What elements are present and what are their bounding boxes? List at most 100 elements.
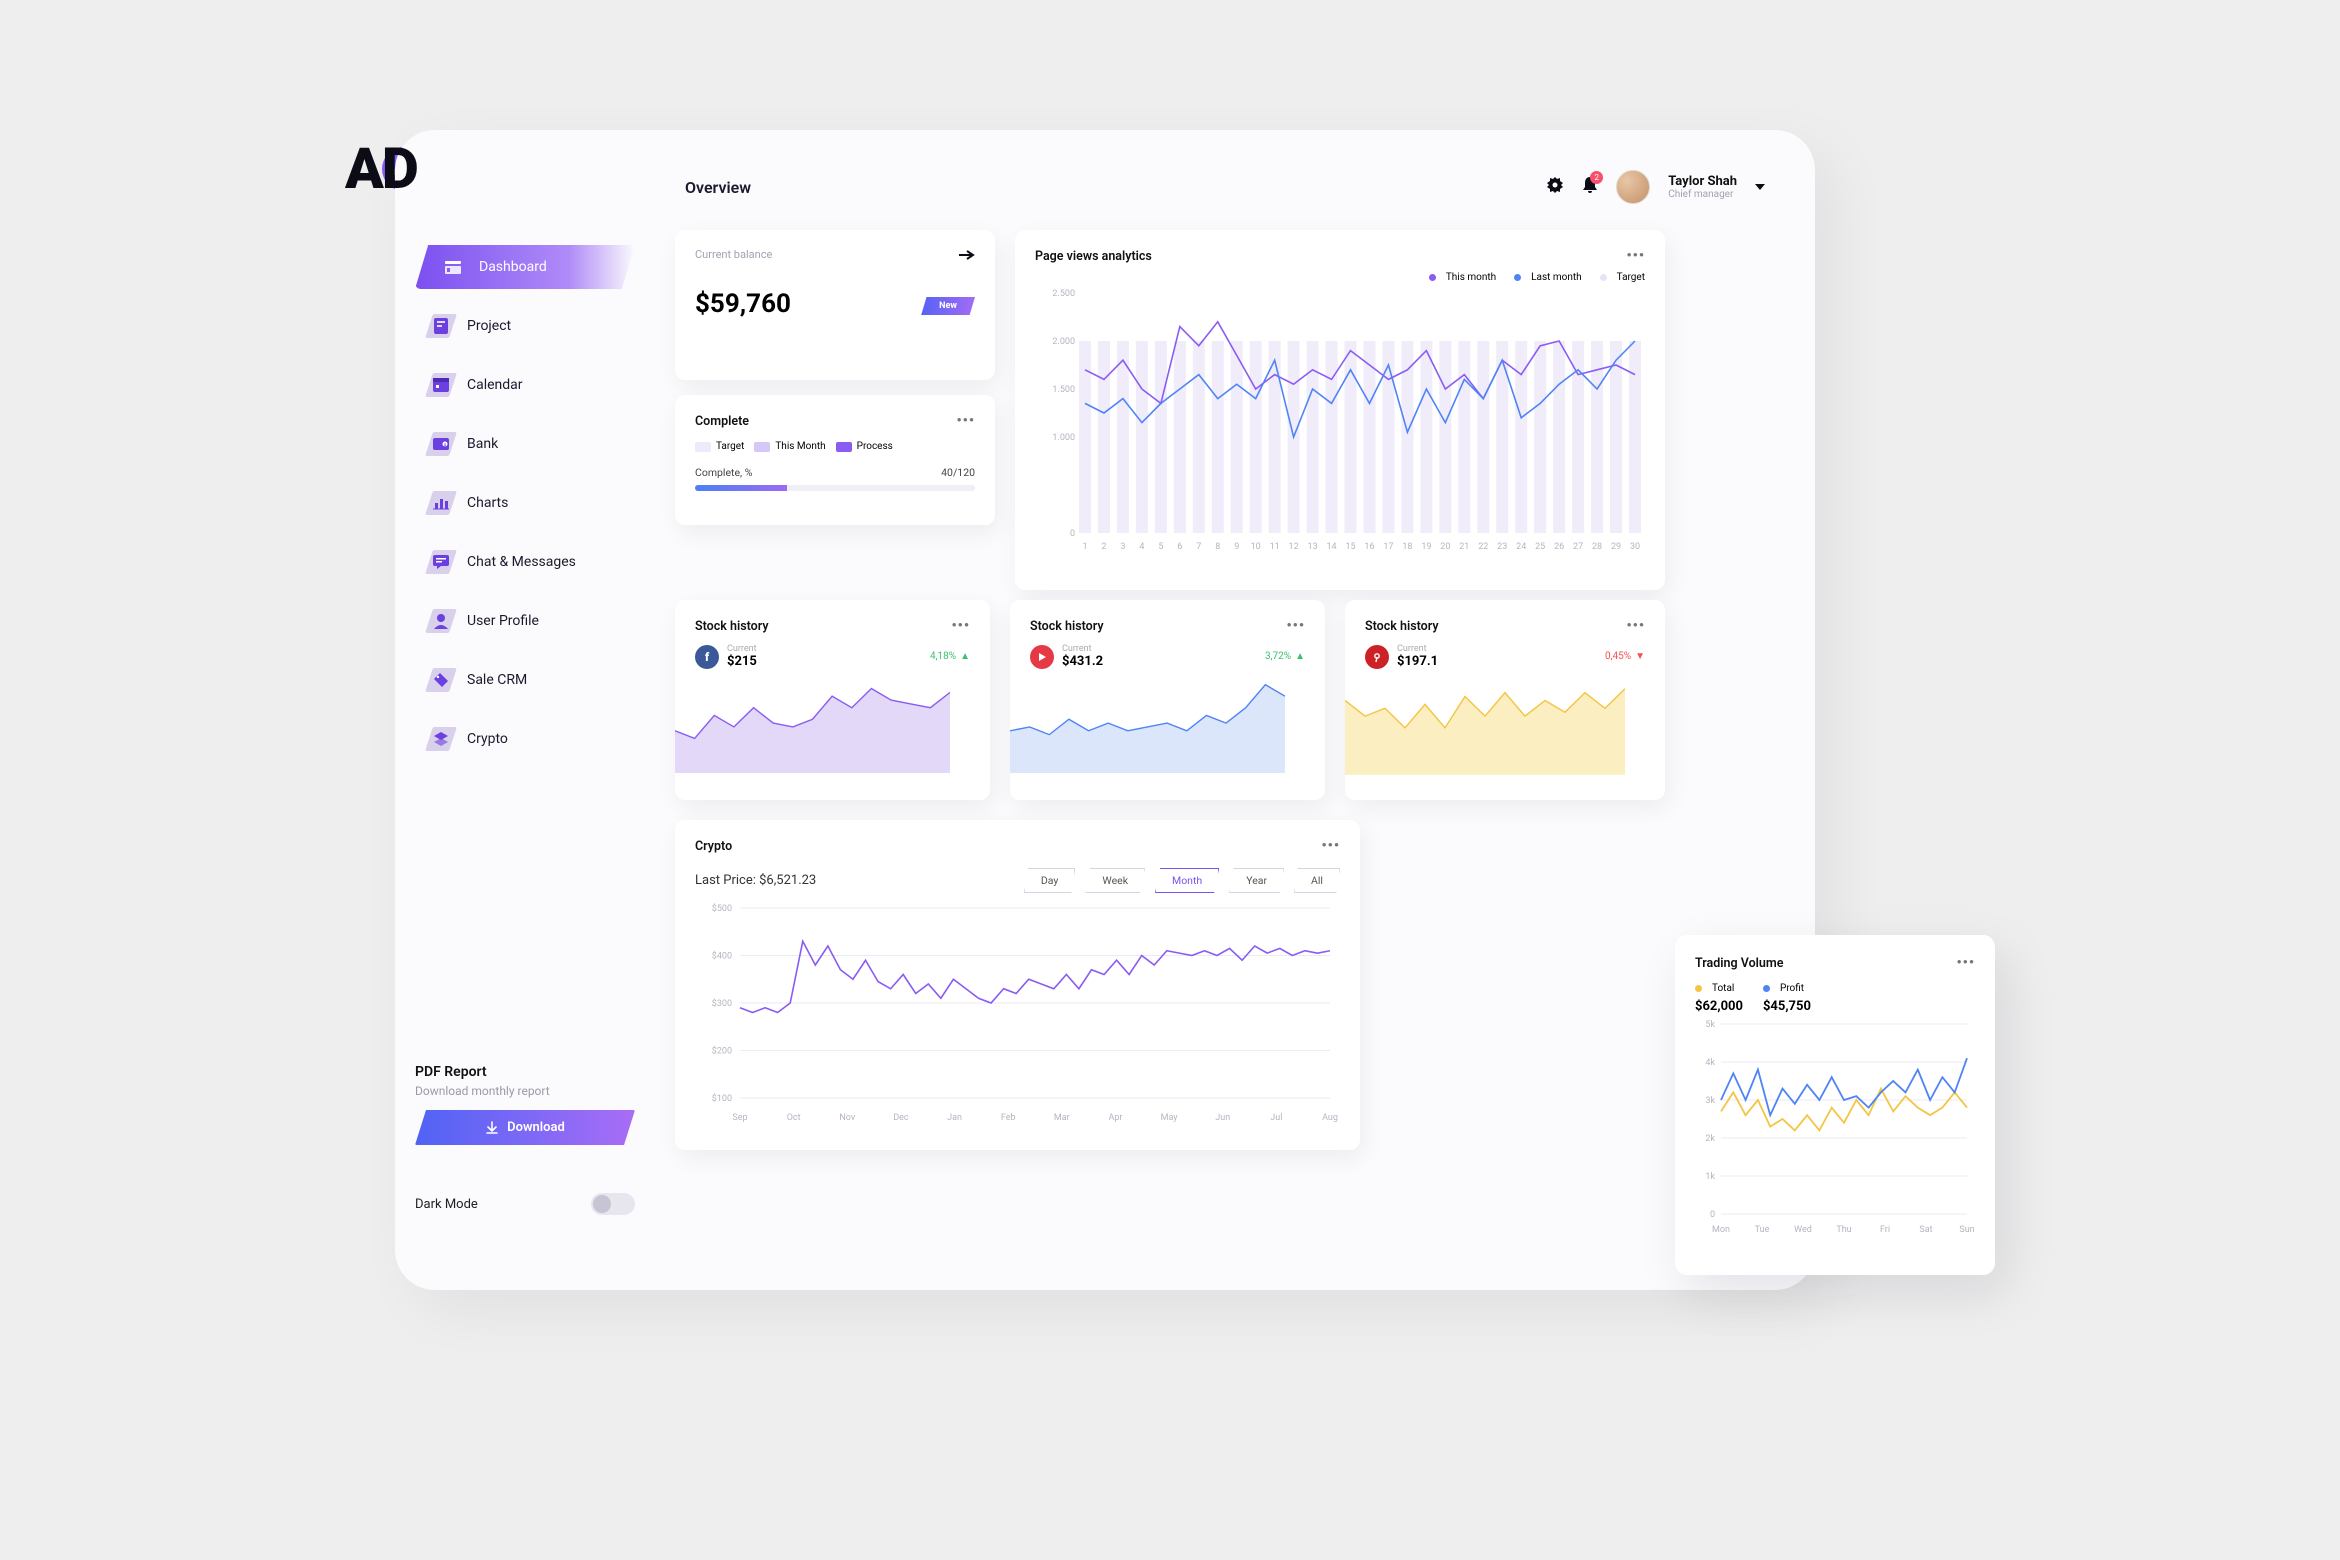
dashboard-icon	[441, 255, 465, 279]
range-all[interactable]: All	[1294, 868, 1340, 893]
svg-text:0: 0	[1070, 529, 1075, 539]
crypto-card: Crypto ••• Last Price: $6,521.23 Day Wee…	[675, 820, 1360, 1150]
progress-bar	[695, 485, 975, 491]
svg-text:3k: 3k	[1705, 1096, 1715, 1106]
svg-text:Apr: Apr	[1108, 1113, 1122, 1123]
last-price-label: Last Price:	[695, 873, 759, 888]
sidebar-item-label: Charts	[467, 495, 508, 511]
svg-text:May: May	[1161, 1113, 1179, 1123]
svg-text:3: 3	[1120, 542, 1125, 552]
stock-card-pinterest: Stock history ••• Current $197.1 0,45% ▼	[1345, 600, 1665, 800]
card-title: Stock history	[1365, 619, 1439, 634]
sidebar-item-sale-crm[interactable]: Sale CRM	[415, 658, 635, 702]
charts-icon	[429, 491, 453, 515]
stock-value: $197.1	[1397, 654, 1438, 669]
balance-title: Current balance	[695, 248, 772, 261]
card-title: Stock history	[695, 619, 769, 634]
svg-text:8: 8	[1215, 542, 1220, 552]
dark-mode-toggle[interactable]	[591, 1193, 635, 1215]
sidebar-item-calendar[interactable]: Calendar	[415, 363, 635, 407]
sidebar-item-label: Crypto	[467, 731, 508, 747]
svg-text:30: 30	[1630, 542, 1640, 552]
more-button[interactable]: •••	[956, 413, 975, 429]
svg-text:Sat: Sat	[1919, 1225, 1932, 1235]
sidebar-item-project[interactable]: Project	[415, 304, 635, 348]
dark-mode-label: Dark Mode	[415, 1197, 478, 1212]
caret-up-icon: ▲	[1295, 651, 1305, 662]
svg-text:6: 6	[1177, 542, 1182, 552]
project-icon	[429, 314, 453, 338]
last-price-value: $6,521.23	[759, 873, 816, 888]
sidebar-item-dashboard[interactable]: Dashboard	[415, 245, 635, 289]
svg-text:2: 2	[1101, 542, 1106, 552]
tag-icon	[429, 668, 453, 692]
svg-text:1: 1	[1082, 542, 1087, 552]
stock-pct: 4,18% ▲	[930, 651, 970, 662]
youtube-icon	[1030, 645, 1054, 669]
sidebar-item-label: Calendar	[467, 377, 523, 393]
sidebar-item-label: Dashboard	[479, 259, 547, 275]
stock-card-facebook: Stock history ••• f Current $215 4,18% ▲	[675, 600, 990, 800]
sidebar-item-bank[interactable]: $ Bank	[415, 422, 635, 466]
svg-text:Oct: Oct	[787, 1113, 801, 1123]
sidebar-item-charts[interactable]: Charts	[415, 481, 635, 525]
sidebar-item-label: Chat & Messages	[467, 554, 576, 570]
sidebar-item-chat[interactable]: Chat & Messages	[415, 540, 635, 584]
stock-pct: 0,45% ▼	[1605, 651, 1645, 662]
sidebar-item-label: User Profile	[467, 613, 539, 629]
current-label: Current	[1062, 644, 1103, 654]
svg-text:24: 24	[1516, 542, 1526, 552]
svg-text:7: 7	[1196, 542, 1201, 552]
more-button[interactable]: •••	[1626, 248, 1645, 264]
svg-text:22: 22	[1478, 542, 1488, 552]
new-chip[interactable]: New	[921, 297, 975, 315]
range-month[interactable]: Month	[1155, 868, 1219, 893]
stock-chart	[1010, 677, 1285, 773]
user-icon	[429, 609, 453, 633]
svg-text:1.500: 1.500	[1052, 385, 1075, 395]
svg-text:2.000: 2.000	[1052, 337, 1075, 347]
settings-button[interactable]	[1546, 176, 1564, 198]
pdf-report-block: PDF Report Download monthly report Downl…	[415, 1064, 635, 1145]
caret-down-icon: ▼	[1635, 651, 1645, 662]
svg-text:11: 11	[1270, 542, 1280, 552]
svg-text:4: 4	[1139, 542, 1144, 552]
range-year[interactable]: Year	[1229, 868, 1284, 893]
arrow-right-icon[interactable]	[959, 250, 975, 260]
chat-icon	[429, 550, 453, 574]
svg-text:2.500: 2.500	[1052, 289, 1075, 299]
svg-text:Nov: Nov	[839, 1113, 855, 1123]
more-button[interactable]: •••	[1626, 618, 1645, 634]
svg-text:2k: 2k	[1705, 1134, 1715, 1144]
sidebar: Dashboard Project Calendar $ Bank	[395, 245, 655, 1245]
chevron-down-icon[interactable]	[1755, 184, 1765, 190]
svg-text:Sun: Sun	[1959, 1225, 1974, 1235]
range-day[interactable]: Day	[1024, 868, 1076, 893]
sidebar-item-crypto[interactable]: Crypto	[415, 717, 635, 761]
progress-label: Complete, %	[695, 466, 752, 479]
more-button[interactable]: •••	[1286, 618, 1305, 634]
more-button[interactable]: •••	[1321, 838, 1340, 854]
svg-text:Jan: Jan	[947, 1113, 962, 1123]
download-button[interactable]: Download	[415, 1110, 635, 1145]
sidebar-item-label: Project	[467, 318, 511, 334]
svg-text:15: 15	[1345, 542, 1355, 552]
trading-volume-card: Trading Volume ••• Total $62,000 Profit …	[1675, 935, 1995, 1275]
pageviews-card: Page views analytics ••• This month Last…	[1015, 230, 1665, 590]
more-button[interactable]: •••	[1956, 955, 1975, 971]
crypto-chart: $100$200$300$400$500SepOctNovDecJanFebMa…	[695, 893, 1340, 1133]
trading-title: Trading Volume	[1695, 956, 1783, 971]
avatar[interactable]	[1616, 170, 1650, 204]
header: Overview 2 Taylor Shah Chief manager	[685, 170, 1765, 204]
notifications-button[interactable]: 2	[1582, 176, 1598, 198]
svg-text:23: 23	[1497, 542, 1507, 552]
more-button[interactable]: •••	[951, 618, 970, 634]
notification-badge: 2	[1590, 171, 1603, 184]
svg-text:10: 10	[1251, 542, 1261, 552]
sidebar-item-label: Bank	[467, 436, 498, 452]
sidebar-item-user[interactable]: User Profile	[415, 599, 635, 643]
svg-text:Feb: Feb	[1001, 1113, 1016, 1123]
range-week[interactable]: Week	[1085, 868, 1145, 893]
pinterest-icon	[1365, 645, 1389, 669]
svg-text:9: 9	[1234, 542, 1239, 552]
